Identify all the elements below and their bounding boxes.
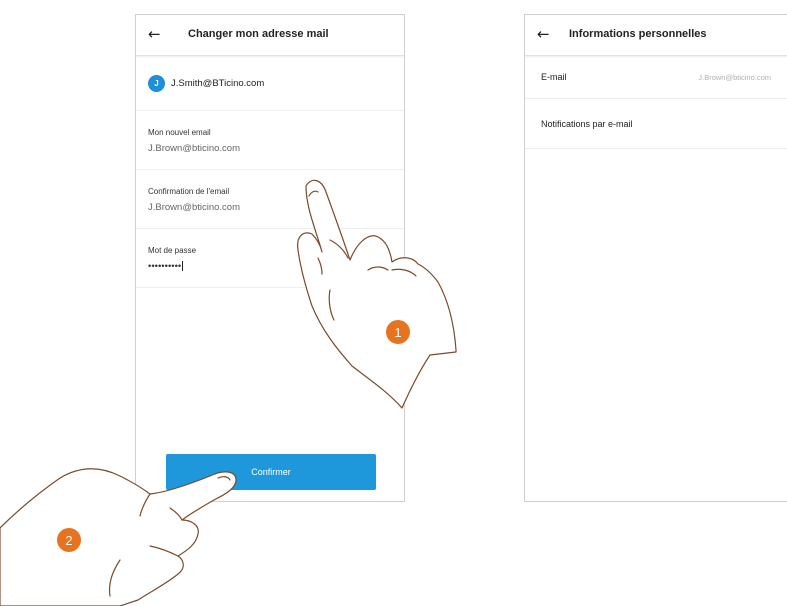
step-badge-2: 2 (57, 528, 81, 552)
new-email-field[interactable]: Mon nouvel email J.Brown@bticino.com (136, 111, 404, 170)
confirm-email-field[interactable]: Confirmation de l'email J.Brown@bticino.… (136, 170, 404, 229)
top-bar: ← Informations personnelles (525, 15, 787, 56)
step-badge-1: 1 (386, 320, 410, 344)
confirm-button[interactable]: Confirmer (166, 454, 376, 490)
current-email: J.Smith@BTicino.com (171, 77, 265, 89)
password-input[interactable]: •••••••••• (148, 261, 404, 272)
text-caret (182, 261, 184, 271)
email-row-label: E-mail (541, 72, 567, 82)
top-bar: ← Changer mon adresse mail (136, 15, 404, 56)
arrow-left-icon[interactable]: ← (537, 26, 553, 42)
page-title: Changer mon adresse mail (188, 28, 329, 40)
password-label: Mot de passe (148, 246, 197, 255)
new-email-input[interactable]: J.Brown@bticino.com (148, 143, 404, 154)
email-row-value: J.Brown@bticino.com (698, 72, 771, 82)
page-title: Informations personnelles (569, 28, 707, 40)
email-notifications-row[interactable]: Notifications par e-mail (525, 99, 787, 149)
change-email-screen: ← Changer mon adresse mail J J.Smith@BTi… (135, 14, 405, 502)
email-notifications-label: Notifications par e-mail (541, 118, 633, 129)
new-email-label: Mon nouvel email (148, 128, 211, 137)
password-field[interactable]: Mot de passe •••••••••• (136, 229, 404, 288)
current-account-row: J J.Smith@BTicino.com (136, 56, 404, 111)
arrow-left-icon[interactable]: ← (148, 26, 164, 42)
password-dots: •••••••••• (148, 261, 182, 272)
avatar: J (148, 74, 165, 92)
email-row[interactable]: E-mail J.Brown@bticino.com (525, 56, 787, 99)
personal-info-screen: ← Informations personnelles E-mail J.Bro… (524, 14, 787, 502)
confirm-email-input[interactable]: J.Brown@bticino.com (148, 202, 404, 213)
confirm-email-label: Confirmation de l'email (148, 187, 230, 196)
